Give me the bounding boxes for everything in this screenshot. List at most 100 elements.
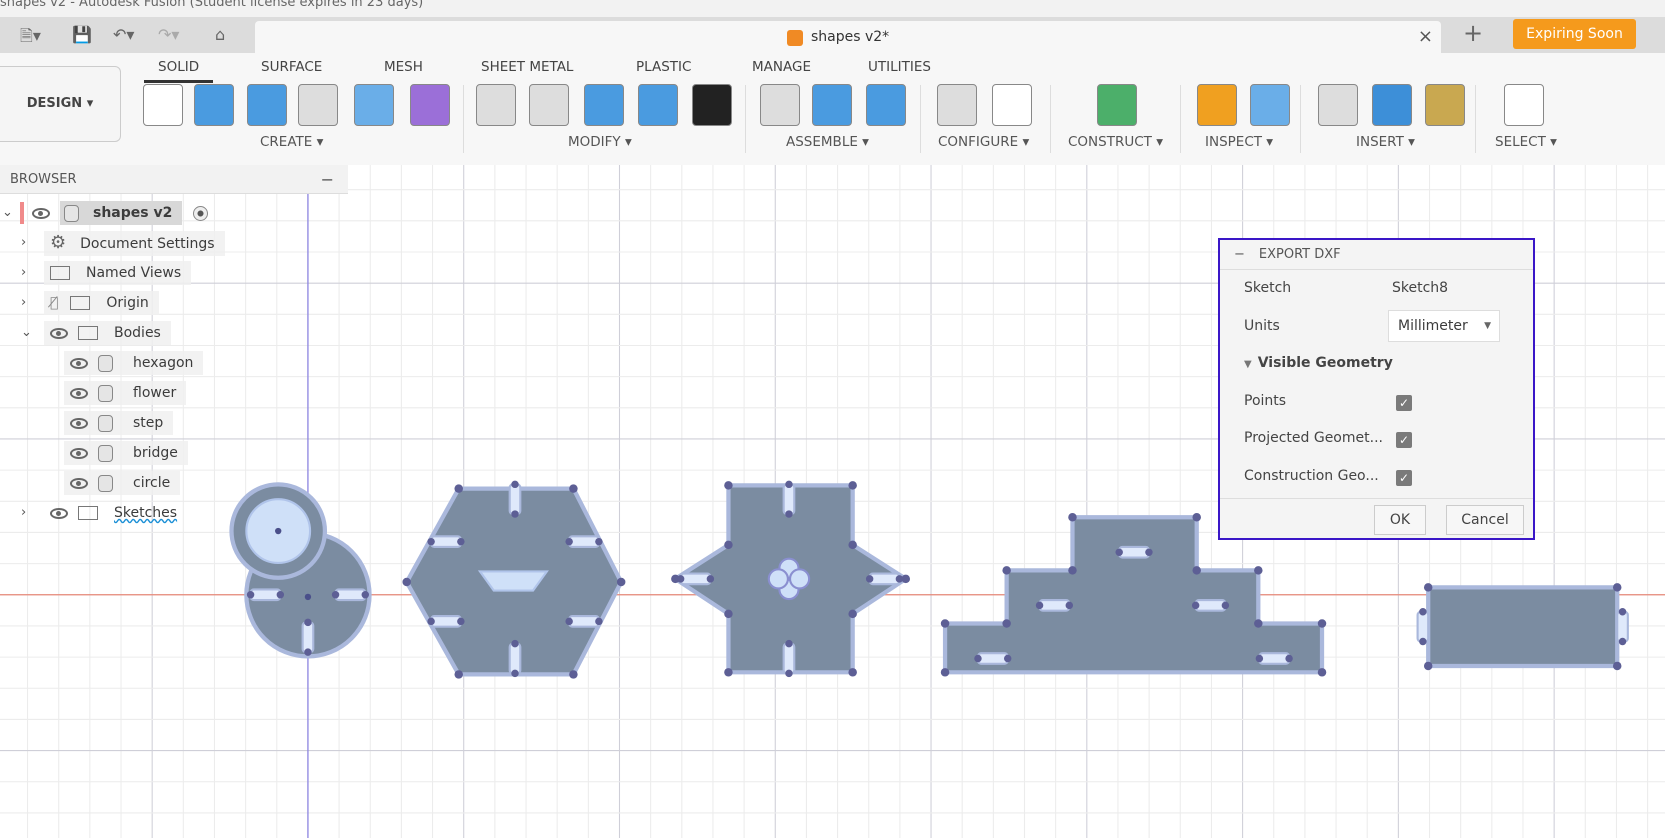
tree-item-named-views[interactable]: Named Views (44, 261, 192, 285)
activate-radio-icon[interactable] (192, 205, 208, 221)
combine-icon[interactable] (584, 84, 624, 126)
as-built-joint-icon[interactable] (866, 84, 906, 126)
configuration-table-icon[interactable] (992, 84, 1032, 126)
revolve-icon[interactable] (247, 84, 287, 126)
move-icon[interactable] (692, 84, 732, 126)
tree-body-step[interactable]: step (64, 411, 174, 435)
assemble-menu[interactable]: ASSEMBLE ▾ (786, 134, 869, 150)
extrude-icon[interactable] (194, 84, 234, 126)
parameters-icon[interactable] (937, 84, 977, 126)
hole-icon[interactable] (298, 84, 338, 126)
pattern-icon[interactable] (354, 84, 394, 126)
chevron-right-icon[interactable]: › (21, 291, 26, 315)
sketch-point (1423, 583, 1433, 592)
eye-icon[interactable] (70, 417, 88, 429)
insert-menu[interactable]: INSERT ▾ (1356, 134, 1415, 150)
units-value: Millimeter (1398, 318, 1468, 334)
tab-utilities[interactable]: UTILITIES (868, 59, 931, 75)
eye-icon[interactable] (50, 327, 68, 339)
sketch-value[interactable]: Sketch8 (1392, 280, 1448, 296)
tree-item-origin[interactable]: 👁̸ Origin (44, 291, 159, 315)
points-checkbox[interactable]: ✓ (1396, 395, 1412, 411)
tab-mesh[interactable]: MESH (384, 59, 423, 75)
tree-body-bridge[interactable]: bridge (64, 441, 188, 465)
collapse-browser-button[interactable]: − (321, 165, 334, 194)
document-tab[interactable]: shapes v2* × (255, 21, 1441, 53)
sketch-point (595, 617, 603, 626)
select-window-icon[interactable] (1504, 84, 1544, 126)
units-select[interactable]: Millimeter ▼ (1388, 310, 1500, 342)
save-icon[interactable]: 💾 (72, 25, 92, 44)
sketch-point (511, 510, 519, 518)
chevron-right-icon[interactable]: › (21, 231, 26, 255)
measure-icon[interactable] (1197, 84, 1237, 126)
dialog-title: EXPORT DXF (1258, 247, 1341, 262)
new-tab-button[interactable]: + (1463, 20, 1483, 46)
section-analysis-icon[interactable] (1250, 84, 1290, 126)
sketch-point (569, 670, 578, 679)
insert-canvas-icon[interactable] (1372, 84, 1412, 126)
insert-mesh-icon[interactable] (1425, 84, 1465, 126)
visible-geometry-section[interactable]: ▼ Visible Geometry (1244, 355, 1393, 371)
ok-button[interactable]: OK (1374, 505, 1426, 535)
insert-derive-icon[interactable] (1318, 84, 1358, 126)
chevron-right-icon[interactable]: › (21, 501, 26, 525)
select-menu[interactable]: SELECT ▾ (1495, 134, 1557, 150)
collapse-dialog-icon[interactable]: − (1234, 247, 1245, 262)
tab-manage[interactable]: MANAGE (752, 59, 811, 75)
construction-geometry-checkbox[interactable]: ✓ (1396, 470, 1412, 486)
eye-icon[interactable] (70, 477, 88, 489)
tree-item-bodies[interactable]: Bodies (44, 321, 171, 345)
body-icon (98, 354, 113, 372)
sketch-point (785, 480, 793, 489)
tab-sheet-metal[interactable]: SHEET METAL (481, 59, 573, 75)
tree-item-sketches[interactable]: Sketches (44, 501, 187, 525)
tab-plastic[interactable]: PLASTIC (636, 59, 691, 75)
shell-icon[interactable] (529, 84, 569, 126)
modify-menu[interactable]: MODIFY ▾ (568, 134, 632, 150)
sketch-point (511, 669, 519, 678)
sketch-point (785, 639, 793, 648)
tree-body-flower[interactable]: flower (64, 381, 187, 405)
eye-icon[interactable] (70, 447, 88, 459)
new-component-icon[interactable] (812, 84, 852, 126)
slot (249, 588, 282, 602)
cancel-button[interactable]: Cancel (1446, 505, 1524, 535)
eye-hidden-icon[interactable]: 👁̸ (50, 295, 58, 311)
close-tab-icon[interactable]: × (1418, 26, 1433, 47)
tab-solid[interactable]: SOLID (143, 59, 214, 83)
construct-menu[interactable]: CONSTRUCT ▾ (1068, 134, 1163, 150)
sketch-point (1068, 566, 1077, 575)
create-menu[interactable]: CREATE ▾ (260, 134, 323, 150)
chevron-down-icon[interactable]: ⌄ (21, 321, 32, 345)
tree-item-document-settings[interactable]: ⚙ Document Settings (44, 231, 225, 256)
eye-icon[interactable] (32, 207, 50, 219)
file-menu-icon[interactable]: 🗎▾ (20, 25, 41, 52)
tab-surface[interactable]: SURFACE (261, 59, 322, 75)
divider (1180, 85, 1181, 153)
eye-icon[interactable] (70, 387, 88, 399)
collapse-triangle-icon: ▼ (1244, 359, 1252, 370)
eye-icon[interactable] (70, 357, 88, 369)
undo-icon[interactable]: ↶▾ (113, 25, 134, 44)
press-pull-icon[interactable] (638, 84, 678, 126)
projected-geometry-checkbox[interactable]: ✓ (1396, 432, 1412, 448)
expiring-soon-button[interactable]: Expiring Soon (1513, 19, 1636, 49)
inspect-menu[interactable]: INSPECT ▾ (1205, 134, 1273, 150)
redo-icon[interactable]: ↷▾ (158, 25, 179, 44)
joint-icon[interactable] (760, 84, 800, 126)
workspace-switcher[interactable]: DESIGN ▾ (0, 66, 121, 142)
tree-body-circle[interactable]: circle (64, 471, 181, 495)
configure-menu[interactable]: CONFIGURE ▾ (938, 134, 1029, 150)
fillet-icon[interactable] (476, 84, 516, 126)
tree-root[interactable]: shapes v2 (20, 201, 208, 225)
expand-chevron-icon[interactable]: ⌄ (2, 201, 13, 225)
create-sketch-icon[interactable] (143, 84, 183, 126)
form-icon[interactable] (410, 84, 450, 126)
tree-body-hexagon[interactable]: hexagon (64, 351, 204, 375)
construct-plane-icon[interactable] (1097, 84, 1137, 126)
eye-icon[interactable] (50, 507, 68, 519)
chevron-right-icon[interactable]: › (21, 261, 26, 285)
home-icon[interactable]: ⌂ (215, 25, 225, 44)
slot (508, 642, 522, 675)
